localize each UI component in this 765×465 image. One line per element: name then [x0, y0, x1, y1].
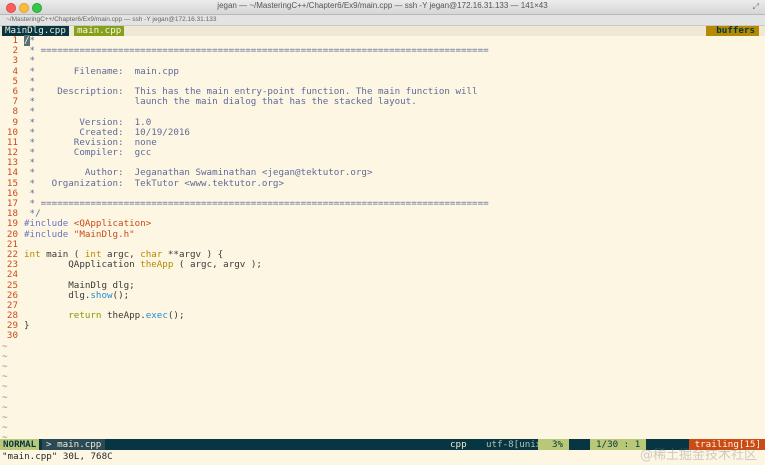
status-percent: 3% [538, 439, 570, 450]
status-position: 1/30 : 1 [590, 439, 647, 450]
code-line[interactable]: 20 #include "MainDlg.h" [0, 228, 765, 240]
code-token: * launch the main dialog that has the st… [24, 96, 417, 108]
empty-line-marker: ~ [2, 350, 8, 362]
line-text: * ======================================… [24, 46, 489, 56]
code-token: ( argc, argv ); [173, 259, 262, 271]
code-token: } [24, 320, 30, 332]
editor-area[interactable]: 1/* 2 * =================================… [0, 35, 765, 444]
code-line[interactable]: 15 * Organization: TekTutor <www.tektuto… [0, 177, 765, 189]
window-titlebar: jegan — ~/MasteringC++/Chapter6/Ex9/main… [0, 0, 765, 15]
line-text: * ======================================… [24, 198, 489, 209]
line-text: * Compiler: gcc [24, 147, 152, 159]
code-token: * Organization: TekTutor <www.tektutor.o… [24, 177, 284, 189]
code-token: (); [112, 289, 130, 301]
code-token: theApp. [101, 310, 146, 322]
empty-line-marker: ~ [2, 422, 8, 434]
status-filetype: cpp [450, 439, 467, 450]
code-token: (); [167, 310, 185, 322]
code-token: dlg. [24, 289, 91, 301]
line-text: * Organization: TekTutor <www.tektutor.o… [24, 177, 284, 189]
line-text: * Filename: main.cpp [24, 65, 179, 77]
code-token: * Filename: main.cpp [24, 65, 179, 77]
buffers-label: buffers [706, 26, 759, 36]
watermark: @稀土掘金技术社区 [639, 448, 757, 463]
terminal-tab[interactable]: ~/MasteringC++/Chapter6/Ex9/main.cpp — s… [6, 15, 216, 25]
line-text: * launch the main dialog that has the st… [24, 97, 417, 107]
code-token: exec [145, 310, 168, 322]
code-line[interactable]: 28 return theApp.exec(); [0, 310, 765, 322]
line-text: } [24, 321, 30, 331]
code-token: "MainDlg.h" [73, 228, 135, 240]
code-token: show [90, 289, 113, 301]
code-line[interactable]: 26 dlg.show(); [0, 289, 765, 301]
code-line[interactable]: 7 * launch the main dialog that has the … [0, 96, 765, 107]
empty-line-marker: ~ [2, 340, 8, 352]
line-text: QApplication theApp ( argc, argv ); [24, 260, 262, 270]
code-token: theApp [140, 259, 174, 271]
code-line[interactable]: 29} [0, 321, 765, 331]
empty-line-marker: ~ [2, 391, 8, 403]
line-number: 8 [12, 106, 18, 118]
empty-line-marker: ~ [2, 361, 8, 372]
fullscreen-icon[interactable]: ⤢ [753, 2, 759, 12]
empty-line-marker: ~ [2, 371, 8, 383]
empty-line-marker: ~ [2, 401, 8, 413]
code-line[interactable]: 4 * Filename: main.cpp [0, 65, 765, 77]
line-number: 24 [6, 269, 18, 281]
line-text: #include "MainDlg.h" [24, 228, 135, 240]
line-text: dlg.show(); [24, 289, 130, 301]
line-text: return theApp.exec(); [24, 310, 185, 322]
code-token: * ======================================… [24, 45, 489, 57]
code-line[interactable]: 30 [0, 331, 765, 341]
code-token: return [68, 310, 102, 322]
code-token: #include [24, 228, 74, 240]
buffer-tab-main-cpp[interactable]: main.cpp [74, 26, 125, 36]
code-line[interactable]: 17 * ===================================… [0, 198, 765, 209]
code-token: QApplication [24, 259, 141, 271]
empty-line-marker: ~ [2, 411, 8, 423]
vim-buffer-line: MainDlg.cpp main.cpp buffers [0, 26, 765, 36]
code-line[interactable]: 12 * Compiler: gcc [0, 147, 765, 159]
status-filename: > main.cpp [42, 439, 106, 450]
empty-line-marker: ~ [2, 381, 8, 393]
code-line[interactable]: 23 QApplication theApp ( argc, argv ); [0, 259, 765, 270]
mode-indicator: NORMAL [0, 439, 40, 450]
code-token: * Compiler: gcc [24, 147, 152, 159]
window-title: jegan — ~/MasteringC++/Chapter6/Ex9/main… [217, 1, 548, 10]
code-line[interactable]: 2 * ====================================… [0, 45, 765, 56]
code-token: * ======================================… [24, 198, 489, 209]
